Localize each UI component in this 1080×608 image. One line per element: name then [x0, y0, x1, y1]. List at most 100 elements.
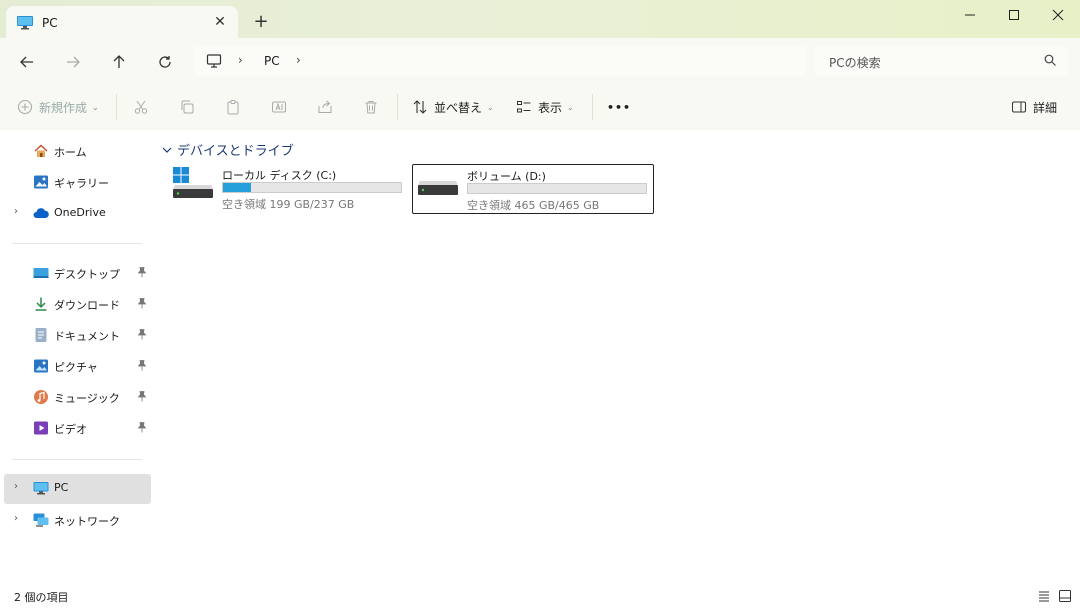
pc-icon [16, 15, 34, 34]
pin-icon[interactable] [136, 359, 148, 374]
sidebar-item-label: PC [54, 481, 69, 494]
chevron-right-icon[interactable]: › [14, 513, 18, 524]
pin-icon[interactable] [136, 390, 148, 405]
pin-icon[interactable] [136, 421, 148, 436]
chevron-down-icon: ⌄ [487, 102, 494, 112]
sidebar-item-downloads[interactable]: ダウンロード [4, 290, 151, 318]
navigation-bar: › PC › PCの検索 [0, 38, 1080, 84]
sidebar-item-label: ダウンロード [54, 299, 120, 312]
up-button[interactable] [107, 50, 131, 74]
address-bar[interactable]: › PC › [194, 46, 806, 76]
command-bar: 新規作成 ⌄ 並べ替え ⌄ 表示 ⌄ ••• 詳細 [0, 84, 1080, 131]
close-button[interactable] [1036, 0, 1080, 30]
drive-item-c[interactable]: ローカル ディスク (C:) 空き領域 199 GB/237 GB [168, 164, 408, 212]
details-pane-button[interactable]: 詳細 [1011, 96, 1057, 118]
title-bar: PC ✕ + [0, 0, 1080, 40]
sidebar-item-home[interactable]: ホーム [4, 137, 151, 165]
plus-circle-icon [17, 99, 33, 115]
sidebar-divider [12, 459, 142, 460]
search-box[interactable]: PCの検索 [815, 46, 1068, 76]
sidebar-item-documents[interactable]: ドキュメント [4, 321, 151, 349]
sort-label: 並べ替え [434, 100, 483, 115]
tiles-view-button[interactable] [1057, 588, 1073, 604]
search-icon [1044, 54, 1056, 69]
download-icon [33, 296, 49, 312]
trash-icon [365, 101, 377, 114]
back-arrow-icon [20, 56, 33, 68]
chevron-down-icon: ⌄ [92, 102, 99, 112]
toolbar-divider [116, 94, 117, 120]
sidebar-item-pc[interactable]: › PC [4, 474, 151, 504]
chevron-down-icon [162, 147, 172, 153]
gallery-icon [33, 174, 49, 190]
pin-icon[interactable] [136, 297, 148, 312]
pin-icon[interactable] [136, 328, 148, 343]
toolbar-divider [397, 94, 398, 120]
drive-usage-fill [223, 183, 252, 192]
home-icon [33, 143, 49, 159]
pin-icon[interactable] [136, 266, 148, 281]
forward-button[interactable] [61, 50, 85, 74]
view-button[interactable]: 表示 ⌄ [516, 96, 574, 118]
navigation-pane: ホーム ギャラリー › OneDrive デスクトップ ダウンロード ドキュメン… [0, 130, 153, 584]
sidebar-divider [12, 243, 142, 244]
sidebar-item-label: ネットワーク [54, 515, 120, 528]
tab-pc[interactable]: PC ✕ [6, 6, 238, 40]
share-icon [318, 100, 332, 113]
new-button[interactable]: 新規作成 ⌄ [17, 96, 99, 118]
tiles-view-icon [1059, 590, 1071, 602]
delete-button[interactable] [363, 96, 379, 118]
copy-button[interactable] [179, 96, 195, 118]
video-icon [33, 420, 49, 436]
sidebar-item-gallery[interactable]: ギャラリー [4, 168, 151, 196]
breadcrumb-chevron[interactable]: › [238, 53, 243, 67]
sidebar-item-label: デスクトップ [54, 268, 120, 281]
desktop-icon [33, 265, 49, 281]
drive-free-space: 空き領域 465 GB/465 GB [467, 199, 600, 212]
sidebar-item-desktop[interactable]: デスクトップ [4, 259, 151, 287]
copy-icon [181, 100, 194, 114]
sidebar-item-onedrive[interactable]: › OneDrive [4, 199, 151, 227]
view-icon [517, 101, 531, 113]
chevron-right-icon[interactable]: › [14, 481, 18, 492]
maximize-button[interactable] [992, 0, 1036, 30]
details-pane-icon [1012, 101, 1026, 113]
drive-name: ローカル ディスク (C:) [222, 169, 337, 182]
breadcrumb-chevron[interactable]: › [296, 53, 301, 67]
sidebar-item-network[interactable]: › ネットワーク [4, 506, 151, 534]
sidebar-item-videos[interactable]: ビデオ [4, 414, 151, 442]
sidebar-item-label: ギャラリー [54, 177, 109, 190]
chevron-down-icon: ⌄ [567, 102, 574, 112]
rename-button[interactable] [271, 96, 287, 118]
share-button[interactable] [317, 96, 333, 118]
sidebar-item-label: ドキュメント [54, 330, 120, 343]
more-options-button[interactable]: ••• [607, 96, 631, 118]
new-tab-button[interactable]: + [250, 12, 272, 34]
sidebar-item-pictures[interactable]: ピクチャ [4, 352, 151, 380]
view-label: 表示 [538, 100, 563, 115]
tab-title: PC [42, 16, 58, 30]
details-view-button[interactable] [1036, 588, 1052, 604]
item-count: 2 個の項目 [14, 591, 69, 604]
tab-close-icon[interactable]: ✕ [210, 12, 230, 32]
minimize-button[interactable] [948, 0, 992, 30]
music-icon [33, 389, 49, 405]
chevron-right-icon[interactable]: › [14, 206, 18, 217]
new-label: 新規作成 [39, 100, 88, 115]
refresh-button[interactable] [153, 50, 177, 74]
sort-button[interactable]: 並べ替え ⌄ [412, 96, 494, 118]
group-header[interactable]: デバイスとドライブ [161, 140, 294, 159]
monitor-icon [206, 53, 222, 72]
back-button[interactable] [15, 50, 39, 74]
paste-button[interactable] [225, 96, 241, 118]
cut-button[interactable] [133, 96, 149, 118]
sidebar-item-music[interactable]: ミュージック [4, 383, 151, 411]
content-area: デバイスとドライブ ローカル ディスク (C:) 空き領域 199 GB/237… [153, 130, 1080, 584]
drive-item-d[interactable]: ボリューム (D:) 空き領域 465 GB/465 GB [412, 164, 654, 214]
search-input[interactable]: PCの検索 [829, 54, 881, 71]
drive-usage-bar [467, 183, 647, 194]
pictures-icon [33, 358, 49, 374]
details-label: 詳細 [1033, 100, 1058, 115]
sidebar-item-label: ミュージック [54, 392, 120, 405]
breadcrumb-pc[interactable]: PC [264, 54, 280, 68]
